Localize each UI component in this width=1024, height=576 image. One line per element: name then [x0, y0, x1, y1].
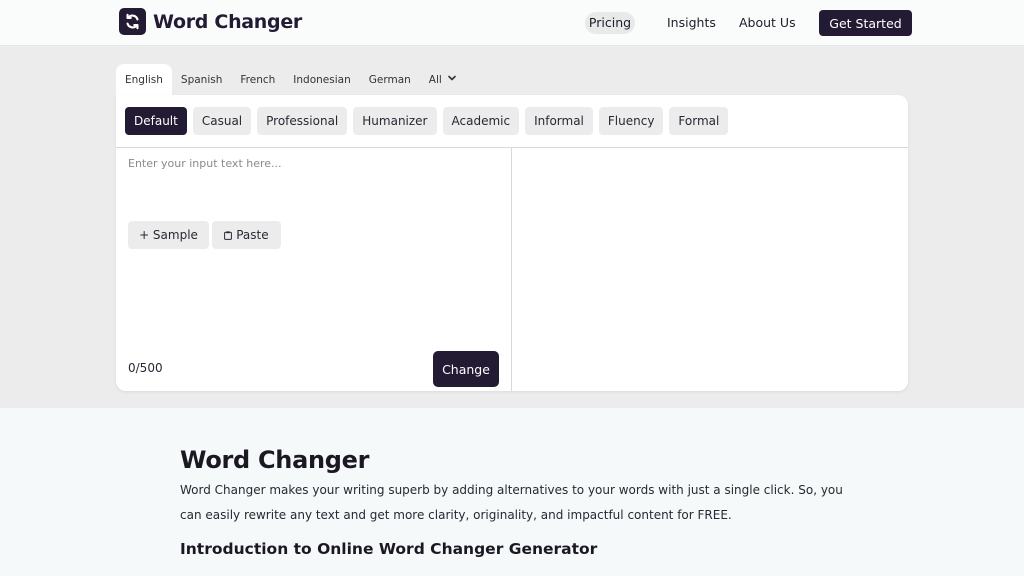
tab-all-dropdown[interactable]: All: [420, 64, 466, 96]
logo-text: Word Changer: [153, 10, 302, 33]
nav-insights[interactable]: Insights: [667, 12, 716, 34]
tab-indonesian[interactable]: Indonesian: [284, 64, 359, 96]
input-textarea[interactable]: [128, 157, 498, 197]
logo[interactable]: Word Changer: [119, 8, 302, 35]
paste-button[interactable]: Paste: [212, 221, 281, 249]
mode-fluency[interactable]: Fluency: [598, 107, 664, 135]
language-tabs: English Spanish French Indonesian German…: [116, 64, 466, 96]
tab-spanish[interactable]: Spanish: [172, 64, 231, 96]
tab-english[interactable]: English: [116, 64, 172, 96]
tab-french[interactable]: French: [231, 64, 284, 96]
mode-academic[interactable]: Academic: [442, 107, 520, 135]
output-panel[interactable]: [512, 148, 908, 391]
change-button[interactable]: Change: [433, 351, 499, 387]
refresh-arrows-icon: [119, 8, 146, 35]
sample-button[interactable]: + Sample: [128, 221, 209, 249]
site-header: Word Changer Pricing Insights About Us G…: [0, 0, 1024, 46]
paste-label: Paste: [236, 228, 269, 242]
clipboard-icon: [224, 228, 236, 242]
article: Word Changer Word Changer makes your wri…: [180, 446, 860, 558]
character-counter: 0/500: [128, 361, 163, 375]
intro-paragraph: Word Changer makes your writing superb b…: [180, 483, 843, 522]
mode-professional[interactable]: Professional: [257, 107, 348, 135]
mode-informal[interactable]: Informal: [525, 107, 593, 135]
mode-selector: Default Casual Professional Humanizer Ac…: [125, 107, 729, 135]
editor-card: Default Casual Professional Humanizer Ac…: [116, 95, 908, 391]
section-heading: Introduction to Online Word Changer Gene…: [180, 540, 598, 558]
mode-formal[interactable]: Formal: [669, 107, 729, 135]
page-title: Word Changer: [180, 446, 370, 474]
nav-about-us[interactable]: About Us: [739, 12, 796, 34]
tab-german[interactable]: German: [360, 64, 420, 96]
all-label: All: [428, 74, 442, 86]
get-started-button[interactable]: Get Started: [819, 10, 912, 36]
mode-casual[interactable]: Casual: [192, 107, 252, 135]
chevron-down-icon: [447, 64, 457, 96]
mode-default[interactable]: Default: [125, 107, 187, 135]
mode-humanizer[interactable]: Humanizer: [353, 107, 437, 135]
nav-pricing[interactable]: Pricing: [585, 12, 635, 34]
